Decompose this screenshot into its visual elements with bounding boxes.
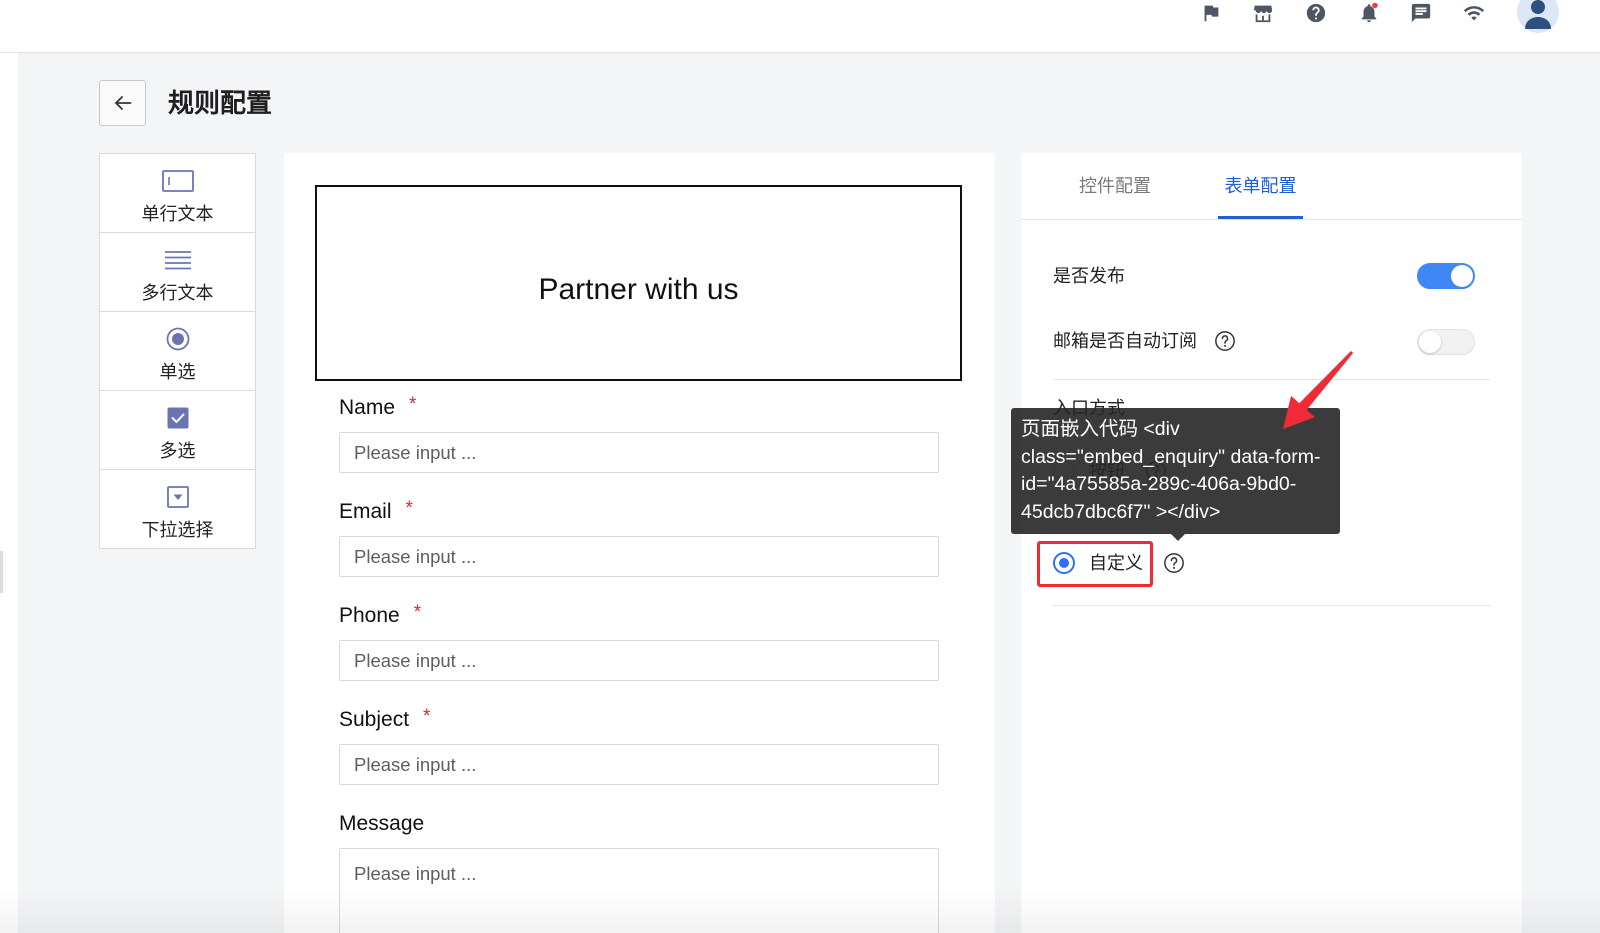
multi-line-text-icon bbox=[161, 245, 195, 275]
wifi-icon[interactable] bbox=[1463, 2, 1485, 24]
tooltip-pointer bbox=[1171, 534, 1185, 541]
auto-subscribe-label: 邮箱是否自动订阅 bbox=[1053, 331, 1197, 351]
message-textarea[interactable] bbox=[339, 848, 939, 933]
form-preview-panel: Partner with us Name * Email * Phone * bbox=[284, 153, 995, 933]
tooltip-line: 45dcb7dbc6f7" ></div> bbox=[1021, 500, 1221, 523]
back-button[interactable] bbox=[99, 80, 146, 126]
palette-item-label: 多行文本 bbox=[141, 283, 214, 303]
palette-item-label: 单行文本 bbox=[141, 204, 214, 224]
publish-label: 是否发布 bbox=[1053, 266, 1125, 286]
checkbox-icon bbox=[161, 403, 195, 433]
bell-icon[interactable] bbox=[1358, 2, 1380, 24]
settings-panel: 控件配置 表单配置 是否发布 邮箱是否自动订阅 入口方式 按钮 自定义 bbox=[1021, 153, 1522, 933]
field-label: Name * bbox=[339, 394, 939, 420]
required-mark: * bbox=[423, 706, 431, 727]
field-label-text: Email bbox=[339, 500, 392, 523]
palette-item-multi-line-text[interactable]: 多行文本 bbox=[100, 233, 255, 312]
field-label-text: Subject bbox=[339, 708, 410, 731]
section-divider bbox=[1053, 379, 1490, 380]
section-divider bbox=[1053, 605, 1490, 606]
field-phone[interactable]: Phone * bbox=[339, 602, 939, 681]
dropdown-icon bbox=[161, 482, 195, 512]
left-edge-handle[interactable] bbox=[0, 551, 3, 593]
field-label: Subject * bbox=[339, 706, 939, 732]
subject-input[interactable] bbox=[339, 744, 939, 785]
tooltip-line: 页面嵌入代码 <div bbox=[1021, 418, 1180, 440]
field-label-text: Phone bbox=[339, 604, 400, 627]
palette-item-checkbox[interactable]: 多选 bbox=[100, 391, 255, 470]
palette-item-dropdown[interactable]: 下拉选择 bbox=[100, 470, 255, 548]
arrow-left-icon bbox=[114, 96, 131, 110]
user-avatar-icon[interactable] bbox=[1517, 0, 1559, 33]
page-title: 规则配置 bbox=[168, 88, 273, 118]
embed-code-tooltip: 页面嵌入代码 <div class="embed_enquiry" data-f… bbox=[1011, 408, 1340, 534]
palette-item-label: 多选 bbox=[159, 441, 196, 461]
field-label-text: Name bbox=[339, 396, 396, 419]
notification-dot bbox=[1372, 2, 1378, 9]
palette-item-label: 下拉选择 bbox=[141, 520, 214, 540]
toggle-knob bbox=[1419, 331, 1441, 353]
required-mark: * bbox=[413, 602, 422, 623]
palette-item-radio[interactable]: 单选 bbox=[100, 312, 255, 391]
widget-palette: 单行文本 多行文本 单选 多选 下拉选择 bbox=[99, 153, 256, 549]
auto-subscribe-toggle[interactable] bbox=[1417, 329, 1475, 355]
toggle-knob bbox=[1451, 265, 1473, 287]
tab-widget-config[interactable]: 控件配置 bbox=[1075, 153, 1155, 219]
field-subject[interactable]: Subject * bbox=[339, 706, 939, 785]
field-label: Email * bbox=[339, 498, 939, 524]
field-name[interactable]: Name * bbox=[339, 394, 939, 473]
tooltip-line: class="embed_enquiry" data-form- bbox=[1021, 445, 1321, 468]
publish-toggle[interactable] bbox=[1417, 263, 1475, 289]
field-label: Message bbox=[339, 812, 939, 836]
question-circle-icon[interactable] bbox=[1214, 330, 1236, 352]
chat-icon[interactable] bbox=[1410, 2, 1432, 24]
annotation-highlight-box bbox=[1037, 541, 1153, 587]
top-header bbox=[0, 0, 1600, 53]
radio-icon bbox=[161, 324, 195, 354]
tooltip-line: id="4a75585a-289c-406a-9bd0- bbox=[1021, 473, 1297, 495]
field-label: Phone * bbox=[339, 602, 939, 628]
banner-title: Partner with us bbox=[538, 273, 739, 306]
question-circle-icon[interactable] bbox=[1163, 552, 1185, 574]
field-message[interactable]: Message bbox=[339, 812, 939, 933]
tab-label: 控件配置 bbox=[1079, 176, 1151, 196]
tab-form-config[interactable]: 表单配置 bbox=[1218, 153, 1303, 219]
form-banner[interactable]: Partner with us bbox=[315, 185, 962, 381]
flag-icon[interactable] bbox=[1200, 2, 1222, 24]
single-line-text-icon bbox=[161, 166, 195, 196]
left-edge-strip bbox=[0, 53, 18, 933]
name-input[interactable] bbox=[339, 432, 939, 473]
palette-item-label: 单选 bbox=[159, 362, 196, 382]
form-fields: Name * Email * Phone * Subject * bbox=[339, 394, 939, 933]
phone-input[interactable] bbox=[339, 640, 939, 681]
settings-tabs: 控件配置 表单配置 bbox=[1021, 153, 1522, 220]
required-mark: * bbox=[409, 394, 417, 415]
required-mark: * bbox=[405, 498, 413, 519]
palette-item-single-line-text[interactable]: 单行文本 bbox=[100, 154, 255, 233]
field-label-text: Message bbox=[339, 812, 425, 835]
store-icon[interactable] bbox=[1252, 2, 1274, 24]
email-input[interactable] bbox=[339, 536, 939, 577]
field-email[interactable]: Email * bbox=[339, 498, 939, 577]
help-icon[interactable] bbox=[1305, 2, 1327, 24]
tab-label: 表单配置 bbox=[1224, 176, 1297, 196]
